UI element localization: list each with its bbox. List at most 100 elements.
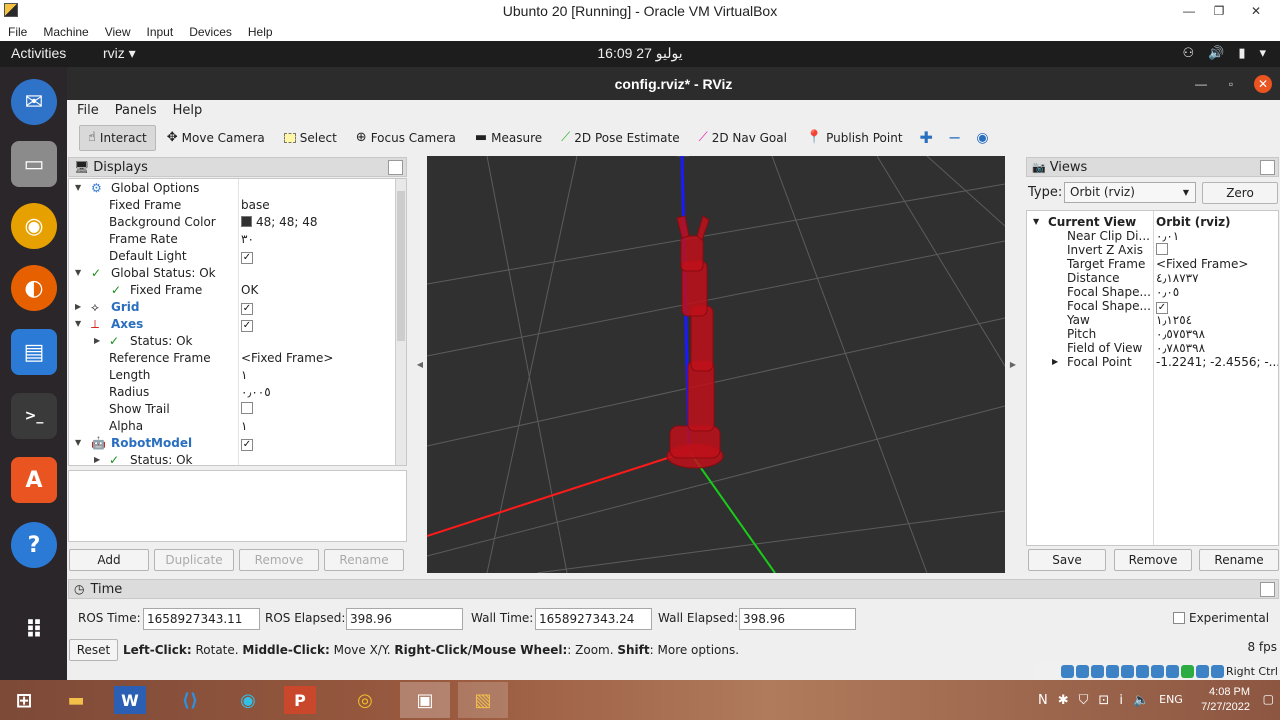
firefox-icon[interactable]: ◐ [11,265,57,311]
show-trail-checkbox[interactable] [241,402,253,414]
render-scene[interactable] [427,156,1005,573]
tree-row-length[interactable]: Length ١ [69,367,396,384]
taskbar-clock[interactable]: 4:08 PM 7/27/2022 [1201,685,1250,715]
chrome-icon[interactable]: ◎ [345,683,385,717]
rhythmbox-icon[interactable]: ◉ [11,203,57,249]
3d-viewport[interactable] [427,156,1005,573]
view-prop-row[interactable]: Target Frame <Fixed Frame> [1027,257,1278,271]
right-collapse-handle[interactable]: ▶ [1006,156,1020,573]
restore-icon[interactable]: ❐ [1204,0,1234,22]
robot-model-checkbox[interactable]: ✓ [241,439,253,451]
wifi-icon[interactable]: ı̇ [1119,693,1123,708]
vbox-menu-machine[interactable]: Machine [35,25,96,39]
undock-button[interactable] [1260,582,1275,597]
remove-view-button[interactable]: Remove [1114,549,1192,571]
menu-file[interactable]: File [67,103,105,118]
network-icon[interactable] [1105,664,1119,678]
interact-tool-button[interactable]: ☝ Interact [79,124,156,151]
select-tool-button[interactable]: Select [276,125,345,151]
terminal-icon[interactable]: >_ [11,393,57,439]
view-prop-row[interactable]: Field of View ٠٫٧٨٥٣٩٨ [1027,341,1278,355]
tree-row-status-fixed-frame[interactable]: ✓ Fixed Frame OK [69,282,396,299]
left-collapse-handle[interactable]: ◀ [413,156,427,573]
vm-icon[interactable]: ▧ [458,682,508,718]
maximize-icon[interactable]: ▫ [1222,75,1240,93]
menu-panels[interactable]: Panels [105,103,163,118]
optical-icon[interactable] [1075,664,1089,678]
wall-time-field[interactable]: 1658927343.24 [535,608,652,630]
ros-elapsed-field[interactable]: 398.96 [346,608,463,630]
current-view-row[interactable]: ▼ Current View Orbit (rviz) [1027,215,1278,229]
ros-time-field[interactable]: 1658927343.11 [143,608,260,630]
remove-tool-icon[interactable]: − [942,125,967,151]
writer-icon[interactable]: ▤ [11,329,57,375]
rename-view-button[interactable]: Rename [1199,549,1279,571]
view-prop-row[interactable]: Focal Shape... ٠٫٠٥ [1027,285,1278,299]
edge-icon[interactable]: ◉ [228,683,268,717]
chevron-down-icon[interactable]: ▾ [1259,45,1266,61]
minimize-icon[interactable]: — [1192,75,1210,93]
language-indicator[interactable]: ENG [1159,693,1183,708]
tree-row-axes-status[interactable]: ▶ ✓ Status: Ok [69,333,396,350]
tree-row-axes[interactable]: ▼ ⟂ Axes ✓ [69,316,396,333]
clock[interactable]: 16:09 27 يوليو [0,45,1280,62]
close-icon[interactable]: ✕ [1254,75,1272,93]
focus-camera-tool-button[interactable]: ⊕ Focus Camera [348,125,464,151]
tree-row-grid[interactable]: ▶ ⟡ Grid ✓ [69,299,396,316]
tree-row-background-color[interactable]: Background Color 48; 48; 48 [69,214,396,231]
vbox-menu-help[interactable]: Help [240,25,281,39]
view-prop-row[interactable]: ▶ Focal Point -1.2241; -2.4556; -... [1027,355,1278,369]
tree-row-reference-frame[interactable]: Reference Frame <Fixed Frame> [69,350,396,367]
help-icon[interactable]: ? [11,522,57,568]
view-prop-row[interactable]: Focal Shape... ✓ [1027,299,1278,314]
experimental-checkbox[interactable] [1173,612,1185,624]
view-prop-row[interactable]: Invert Z Axis [1027,243,1278,257]
audio-icon[interactable] [1090,664,1104,678]
vbox-menu-file[interactable]: File [0,25,35,39]
duplicate-display-button[interactable]: Duplicate [154,549,234,571]
mouse-integration-icon[interactable] [1195,664,1209,678]
add-tool-icon[interactable]: ✚ [914,125,939,151]
app-grid-icon[interactable]: ⠿ [11,607,57,653]
vbox-menu-devices[interactable]: Devices [181,25,240,39]
displays-scrollbar[interactable] [395,179,406,465]
close-icon[interactable]: ✕ [1236,0,1276,22]
notification-icon[interactable]: ▢ [1263,692,1274,706]
undock-button[interactable] [1260,160,1275,175]
remove-display-button[interactable]: Remove [239,549,319,571]
reset-button[interactable]: Reset [69,639,118,661]
hdd-icon[interactable] [1060,664,1074,678]
capture-icon[interactable] [1165,664,1179,678]
minimize-icon[interactable]: — [1174,0,1204,22]
tree-row-global-options[interactable]: ▼ ⚙ Global Options [69,180,396,197]
tree-row-frame-rate[interactable]: Frame Rate ٣٠ [69,231,396,248]
files-icon[interactable]: ▭ [11,141,57,187]
nav-goal-tool-button[interactable]: ⟋ 2D Nav Goal [691,125,795,151]
measure-tool-button[interactable]: ▬ Measure [467,125,550,151]
bluetooth-icon[interactable]: ✱ [1058,693,1069,708]
windows-start-icon[interactable]: ⊞ [4,683,44,717]
volume-icon[interactable]: 🔊 [1208,45,1224,61]
wall-elapsed-field[interactable]: 398.96 [739,608,856,630]
thunderbird-icon[interactable]: ✉ [11,79,57,125]
volume-icon[interactable]: 🔈 [1133,693,1149,708]
view-type-select[interactable]: Orbit (rviz) ▼ [1064,182,1196,203]
grid-checkbox[interactable]: ✓ [241,303,253,315]
virtualbox-icon[interactable]: ▣ [400,682,450,718]
zero-button[interactable]: Zero [1202,182,1278,204]
display-icon[interactable] [1150,664,1164,678]
tree-row-robot-status[interactable]: ▶ ✓ Status: Ok [69,452,396,465]
shared-folder-icon[interactable] [1135,664,1149,678]
network-icon[interactable]: ⊡ [1098,693,1109,708]
network-icon[interactable]: ⚇ [1182,45,1194,61]
tree-row-alpha[interactable]: Alpha ١ [69,418,396,435]
software-icon[interactable]: A [11,457,57,503]
pose-estimate-tool-button[interactable]: ⟋ 2D Pose Estimate [553,125,687,151]
vbox-menu-view[interactable]: View [97,25,139,39]
undock-button[interactable] [388,160,403,175]
save-view-button[interactable]: Save [1028,549,1106,571]
powerpoint-icon[interactable]: P [284,686,316,714]
eye-icon[interactable]: ◉ [970,125,994,151]
cpu-icon[interactable] [1180,664,1194,678]
invert-z-checkbox[interactable] [1156,243,1168,255]
